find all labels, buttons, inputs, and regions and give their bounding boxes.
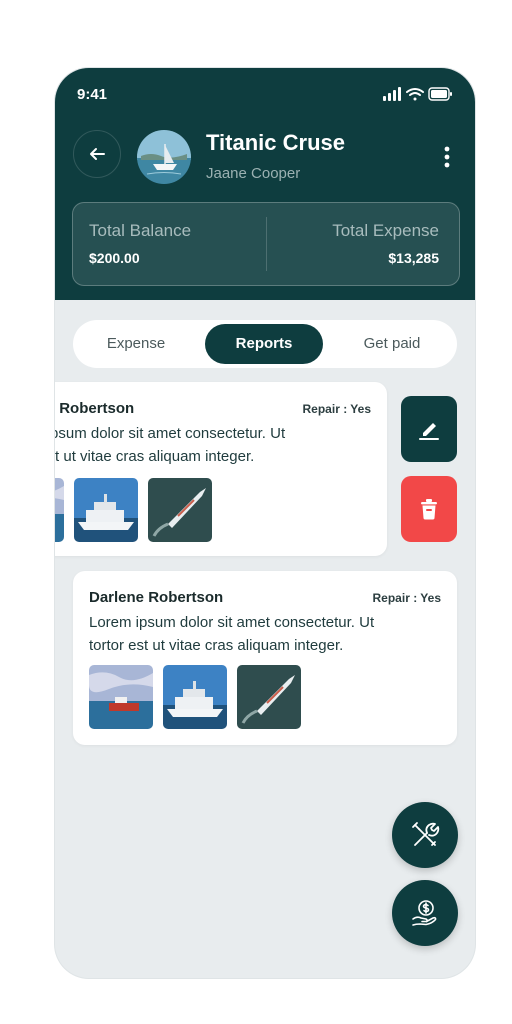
more-vertical-icon[interactable] [443, 146, 451, 168]
report-description-line1: Lorem ipsum dolor sit amet consectetur. … [55, 425, 286, 442]
photo-thumbnail[interactable] [74, 478, 138, 542]
report-name: Darlene Robertson [55, 400, 135, 417]
photo-thumbnail[interactable] [163, 665, 227, 729]
phone-screen: 9:41 Titanic Cruse Jaane Cooper Total Ba… [55, 68, 475, 978]
report-card[interactable]: Darlene Robertson Repair : Yes Lorem ips… [73, 571, 457, 745]
header: 9:41 Titanic Cruse Jaane Cooper Total Ba… [55, 68, 475, 300]
arrow-left-icon [90, 148, 105, 160]
status-time: 9:41 [77, 86, 108, 103]
total-expense-label: Total Expense [332, 221, 439, 240]
report-description-line2: tortor est ut vitae cras aliquam integer… [89, 637, 344, 654]
tab-get-paid[interactable]: Get paid [335, 324, 449, 364]
report-name: Darlene Robertson [89, 589, 224, 606]
repair-status: Repair : Yes [372, 591, 441, 605]
tab-reports[interactable]: Reports [205, 324, 323, 364]
status-icons [383, 87, 452, 101]
balance-divider [266, 217, 267, 271]
total-expense-value: $13,285 [388, 250, 439, 266]
page-subtitle: Jaane Cooper [206, 165, 301, 182]
delete-button[interactable] [401, 476, 457, 542]
photo-thumbnail[interactable] [89, 665, 153, 729]
wifi-icon [406, 88, 424, 101]
boat-avatar [137, 130, 191, 184]
signal-icon [383, 87, 401, 101]
balance-card: Total Balance $200.00 Total Expense $13,… [72, 202, 460, 286]
photo-thumbnail[interactable] [148, 478, 212, 542]
hand-dollar-icon [412, 900, 437, 926]
total-balance-label: Total Balance [89, 221, 192, 240]
page-title: Titanic Cruse [206, 130, 345, 155]
photo-thumbnail[interactable] [55, 478, 64, 542]
get-paid-fab[interactable] [392, 880, 458, 946]
battery-icon [428, 87, 452, 101]
wrench-screwdriver-icon [412, 822, 440, 846]
report-description-line1: Lorem ipsum dolor sit amet consectetur. … [89, 614, 375, 631]
report-description-line2: tortor est ut vitae cras aliquam integer… [55, 448, 255, 465]
photo-thumbnail[interactable] [237, 665, 301, 729]
trash-icon [421, 499, 437, 520]
back-button[interactable] [73, 130, 121, 178]
tab-expense[interactable]: Expense [81, 324, 191, 364]
tab-bar: Expense Reports Get paid [73, 320, 457, 368]
repair-status: Repair : Yes [302, 402, 371, 416]
edit-button[interactable] [401, 396, 457, 462]
report-card-swiped[interactable]: Darlene Robertson Repair : Yes Lorem ips… [55, 382, 387, 556]
tools-fab[interactable] [392, 802, 458, 868]
total-balance-value: $200.00 [89, 250, 140, 266]
pencil-icon [419, 423, 439, 440]
